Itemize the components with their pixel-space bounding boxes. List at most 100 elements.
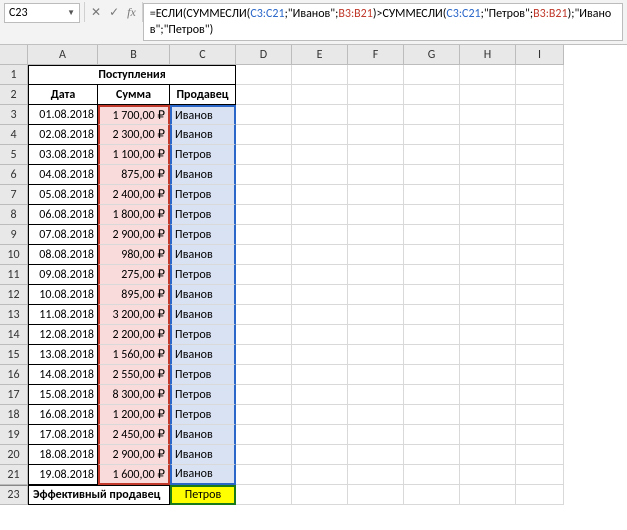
cell-blank[interactable]	[292, 145, 348, 165]
cell-blank[interactable]	[460, 345, 516, 365]
row-header[interactable]: 20	[0, 445, 28, 465]
row-header[interactable]: 11	[0, 265, 28, 285]
cell-blank[interactable]	[404, 365, 460, 385]
cell-sum[interactable]: 1 560,00 ₽	[98, 345, 170, 365]
cell-blank[interactable]	[460, 165, 516, 185]
cell-blank[interactable]	[292, 405, 348, 425]
cell-blank[interactable]	[236, 385, 292, 405]
cell-blank[interactable]	[516, 185, 564, 205]
cell-blank[interactable]	[404, 485, 460, 505]
cell-blank[interactable]	[292, 185, 348, 205]
cell-blank[interactable]	[516, 365, 564, 385]
cell-blank[interactable]	[348, 65, 404, 85]
cell-blank[interactable]	[236, 425, 292, 445]
cell-date[interactable]: 13.08.2018	[28, 345, 98, 365]
enter-icon[interactable]: ✓	[109, 5, 119, 20]
cell-sum[interactable]: 1 200,00 ₽	[98, 405, 170, 425]
cell-seller[interactable]: Иванов	[170, 445, 236, 465]
cell-blank[interactable]	[460, 405, 516, 425]
cell-blank[interactable]	[348, 185, 404, 205]
cell-blank[interactable]	[348, 205, 404, 225]
cell-date[interactable]: 11.08.2018	[28, 305, 98, 325]
select-all-corner[interactable]	[0, 45, 28, 65]
cell-blank[interactable]	[404, 425, 460, 445]
cell-seller[interactable]: Иванов	[170, 105, 236, 125]
cell-blank[interactable]	[236, 145, 292, 165]
cell-blank[interactable]	[348, 125, 404, 145]
cell-blank[interactable]	[292, 245, 348, 265]
cell-blank[interactable]	[348, 425, 404, 445]
cell-date[interactable]: 04.08.2018	[28, 165, 98, 185]
cell-date[interactable]: 18.08.2018	[28, 445, 98, 465]
cell-blank[interactable]	[292, 325, 348, 345]
cell-blank[interactable]	[292, 125, 348, 145]
cell-blank[interactable]	[404, 265, 460, 285]
cell-sum[interactable]: 2 300,00 ₽	[98, 125, 170, 145]
cell-sum[interactable]: 3 200,00 ₽	[98, 305, 170, 325]
row-header[interactable]: 10	[0, 245, 28, 265]
cell-seller[interactable]: Иванов	[170, 425, 236, 445]
cell-blank[interactable]	[516, 485, 564, 505]
cell-blank[interactable]	[404, 145, 460, 165]
cell-date[interactable]: 07.08.2018	[28, 225, 98, 245]
cell-blank[interactable]	[236, 105, 292, 125]
cell-date[interactable]: 05.08.2018	[28, 185, 98, 205]
header-date[interactable]: Дата	[28, 85, 98, 105]
cell-date[interactable]: 14.08.2018	[28, 365, 98, 385]
row-header[interactable]: 13	[0, 305, 28, 325]
cell-sum[interactable]: 275,00 ₽	[98, 265, 170, 285]
column-header-E[interactable]: E	[292, 45, 348, 65]
cell-blank[interactable]	[348, 145, 404, 165]
cell-seller[interactable]: Иванов	[170, 125, 236, 145]
cell-date[interactable]: 15.08.2018	[28, 385, 98, 405]
cell-blank[interactable]	[516, 385, 564, 405]
column-header-F[interactable]: F	[348, 45, 404, 65]
cell-blank[interactable]	[236, 265, 292, 285]
cell-sum[interactable]: 1 100,00 ₽	[98, 145, 170, 165]
cell-seller[interactable]: Петров	[170, 385, 236, 405]
cell-blank[interactable]	[460, 265, 516, 285]
effective-value-cell[interactable]: Петров	[170, 485, 236, 505]
cell-blank[interactable]	[236, 445, 292, 465]
column-header-D[interactable]: D	[236, 45, 292, 65]
effective-label[interactable]: Эффективный продавец	[28, 485, 170, 505]
cell-blank[interactable]	[236, 405, 292, 425]
cell-blank[interactable]	[348, 345, 404, 365]
cell-blank[interactable]	[292, 285, 348, 305]
cell-seller[interactable]: Иванов	[170, 165, 236, 185]
cell-seller[interactable]: Петров	[170, 405, 236, 425]
cell-blank[interactable]	[460, 105, 516, 125]
cell-blank[interactable]	[404, 285, 460, 305]
cell-blank[interactable]	[460, 325, 516, 345]
cell-date[interactable]: 12.08.2018	[28, 325, 98, 345]
cell-blank[interactable]	[236, 65, 292, 85]
cell-date[interactable]: 02.08.2018	[28, 125, 98, 145]
row-header[interactable]: 23	[0, 485, 28, 505]
cell-blank[interactable]	[516, 165, 564, 185]
row-header[interactable]: 18	[0, 405, 28, 425]
cancel-icon[interactable]: ✕	[91, 5, 101, 20]
cell-sum[interactable]: 1 600,00 ₽	[98, 465, 170, 485]
cell-blank[interactable]	[236, 245, 292, 265]
cell-blank[interactable]	[460, 205, 516, 225]
cell-date[interactable]: 01.08.2018	[28, 105, 98, 125]
cell-blank[interactable]	[460, 285, 516, 305]
cell-seller[interactable]: Петров	[170, 325, 236, 345]
row-header[interactable]: 7	[0, 185, 28, 205]
cell-blank[interactable]	[404, 325, 460, 345]
column-header-H[interactable]: H	[460, 45, 516, 65]
cell-date[interactable]: 03.08.2018	[28, 145, 98, 165]
cell-blank[interactable]	[516, 125, 564, 145]
cell-blank[interactable]	[348, 385, 404, 405]
cell-blank[interactable]	[348, 105, 404, 125]
cell-blank[interactable]	[292, 265, 348, 285]
cell-blank[interactable]	[516, 145, 564, 165]
cell-blank[interactable]	[460, 85, 516, 105]
cell-blank[interactable]	[460, 445, 516, 465]
cell-seller[interactable]: Иванов	[170, 345, 236, 365]
column-header-G[interactable]: G	[404, 45, 460, 65]
cell-blank[interactable]	[404, 65, 460, 85]
cell-blank[interactable]	[292, 225, 348, 245]
cell-blank[interactable]	[292, 305, 348, 325]
cell-sum[interactable]: 2 550,00 ₽	[98, 365, 170, 385]
